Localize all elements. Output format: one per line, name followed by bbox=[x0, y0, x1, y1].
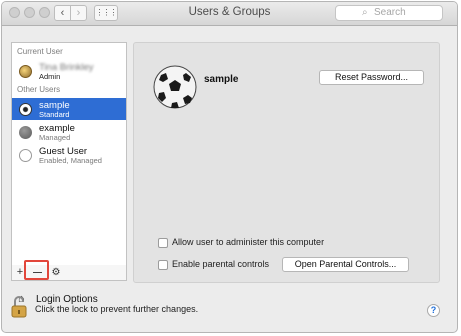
user-role: Enabled, Managed bbox=[39, 156, 102, 165]
users-sidebar: Current User Tina Brinkley Admin Other U… bbox=[11, 42, 127, 305]
user-avatar-icon bbox=[19, 65, 32, 78]
user-role: Managed bbox=[39, 133, 71, 142]
back-button[interactable]: ‹ bbox=[54, 5, 71, 21]
search-placeholder: Search bbox=[374, 7, 406, 18]
soccer-ball-icon bbox=[19, 103, 32, 116]
parental-controls-label: Enable parental controls bbox=[172, 259, 270, 269]
current-user-heading: Current User bbox=[17, 47, 63, 56]
magnifier-icon: ⌕ bbox=[362, 7, 368, 18]
close-button[interactable] bbox=[9, 7, 20, 18]
minimize-button[interactable] bbox=[24, 7, 35, 18]
show-all-button[interactable]: ⋮⋮⋮ bbox=[94, 5, 118, 21]
remove-button-highlight bbox=[24, 260, 49, 280]
user-avatar-icon bbox=[19, 126, 32, 139]
guest-user-icon bbox=[19, 149, 32, 162]
help-button[interactable]: ? bbox=[427, 304, 440, 317]
allow-admin-label: Allow user to administer this computer bbox=[172, 237, 325, 247]
forward-button[interactable]: › bbox=[70, 5, 87, 21]
user-row-guest[interactable]: Guest User Enabled, Managed bbox=[12, 144, 126, 166]
zoom-button[interactable] bbox=[39, 7, 50, 18]
unlocked-padlock-icon[interactable] bbox=[11, 296, 27, 318]
lock-status-text: Click the lock to prevent further change… bbox=[35, 304, 199, 314]
selected-user-name: sample bbox=[204, 74, 239, 85]
other-users-heading: Other Users bbox=[17, 85, 61, 94]
current-user-role: Admin bbox=[39, 72, 61, 81]
user-detail-pane: sample Reset Password... Allow user to a… bbox=[133, 42, 440, 283]
reset-password-button[interactable]: Reset Password... bbox=[319, 70, 424, 85]
user-row-sample[interactable]: sample Standard bbox=[12, 98, 126, 120]
parental-controls-checkbox[interactable] bbox=[158, 260, 168, 270]
user-role: Standard bbox=[39, 110, 70, 119]
search-field[interactable]: ⌕ Search bbox=[335, 5, 443, 21]
open-parental-controls-button[interactable]: Open Parental Controls... bbox=[282, 257, 409, 272]
user-row-example[interactable]: example Managed bbox=[12, 121, 126, 143]
allow-admin-checkbox[interactable] bbox=[158, 238, 168, 248]
soccer-ball-icon bbox=[153, 65, 197, 109]
title-bar: ‹ › ⋮⋮⋮ Users & Groups ⌕ Search bbox=[2, 2, 457, 26]
current-user-row[interactable]: Tina Brinkley Admin bbox=[12, 60, 126, 82]
gear-icon[interactable]: ⚙ bbox=[48, 265, 64, 280]
